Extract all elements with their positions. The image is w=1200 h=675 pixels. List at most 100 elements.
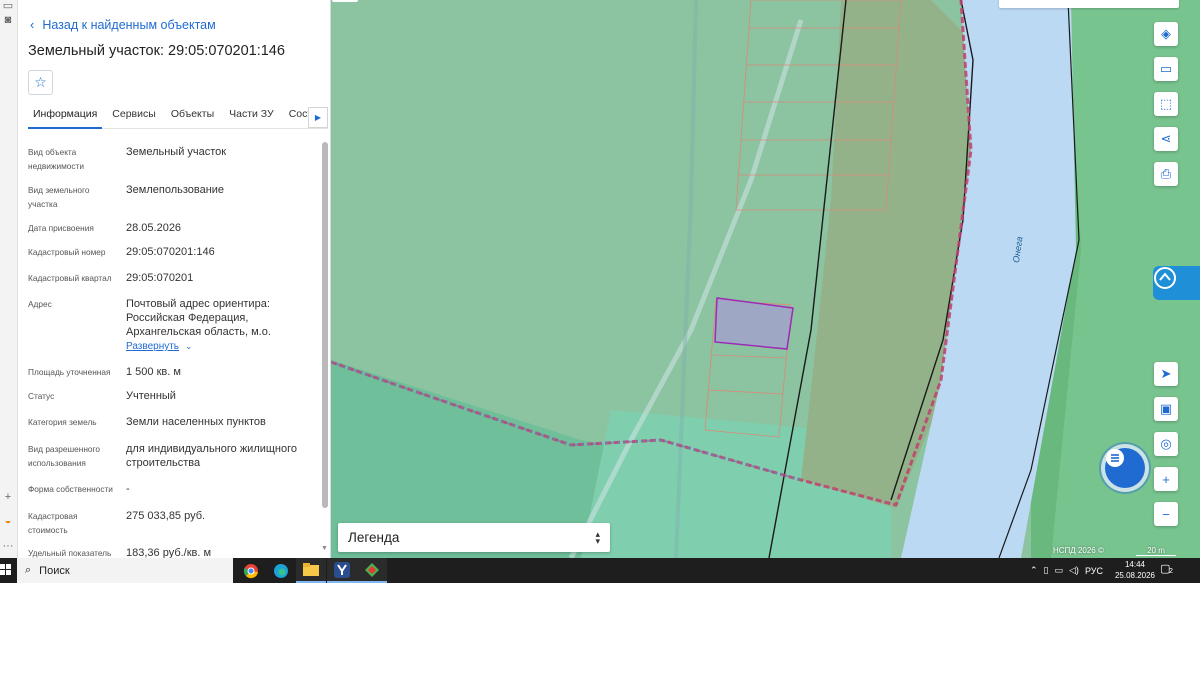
layers-button[interactable]: ◈ bbox=[1154, 22, 1178, 46]
windows-start-icon[interactable] bbox=[0, 564, 12, 576]
triangle-right-icon: ▶ bbox=[314, 113, 322, 122]
taskbar-search-label: Поиск bbox=[39, 564, 70, 577]
notification-count: 2 bbox=[1169, 568, 1173, 575]
edge-icon bbox=[274, 563, 288, 578]
taskbar-yandex-browser[interactable] bbox=[327, 558, 357, 583]
attribute-label: Кадастровый номер bbox=[28, 247, 106, 257]
assistant-icon bbox=[1154, 267, 1176, 289]
legend-label: Легенда bbox=[348, 530, 400, 545]
side-panel-toggle[interactable] bbox=[1153, 266, 1200, 300]
attribute-label: Вид земельного участка bbox=[28, 185, 90, 209]
tab-services[interactable]: Сервисы bbox=[107, 104, 161, 129]
chat-icon bbox=[1106, 449, 1124, 467]
ruler-icon: ▭ bbox=[1159, 61, 1173, 76]
attribute-value: для индивидуального жилищного строительс… bbox=[126, 443, 298, 469]
scroll-down-icon[interactable]: ▼ bbox=[321, 545, 328, 552]
folder-icon[interactable]: ▭ bbox=[2, 0, 14, 12]
clock-date: 25.08.2026 bbox=[1114, 571, 1156, 580]
chrome-icon bbox=[243, 563, 258, 578]
tabs-scroll-right-button[interactable]: ▶ bbox=[308, 107, 328, 128]
favorite-button[interactable]: ☆ bbox=[28, 70, 53, 95]
attribute-value: 29:05:070201 bbox=[126, 272, 194, 284]
attribute-label: Кадастровая стоимость bbox=[28, 511, 78, 535]
chevron-left-icon: ‹ bbox=[30, 17, 35, 32]
desktop-side-strip: ▭ ◙ + ◒ ··· bbox=[0, 0, 18, 558]
app-diamond-icon bbox=[365, 562, 379, 577]
map-search-box[interactable] bbox=[999, 0, 1179, 8]
attribute-value: Землепользование bbox=[126, 184, 225, 196]
locate-button[interactable]: ➤ bbox=[1154, 362, 1178, 386]
taskbar-app[interactable] bbox=[357, 558, 387, 583]
camera-icon[interactable]: ◙ bbox=[2, 14, 14, 26]
map-canvas[interactable] bbox=[331, 0, 1200, 558]
select-area-button[interactable]: ⬚ bbox=[1154, 92, 1178, 116]
address-value: Почтовый адрес ориентира: Российская Фед… bbox=[126, 298, 271, 338]
attribute-value: 183,36 руб./кв. м bbox=[126, 547, 212, 558]
zoom-in-icon: + bbox=[1162, 471, 1170, 487]
layers-icon: ◈ bbox=[1161, 26, 1171, 41]
attribute-value: Земельный участок bbox=[126, 146, 227, 158]
taskbar-explorer[interactable] bbox=[296, 558, 326, 583]
attribute-value: Земли населенных пунктов bbox=[126, 416, 266, 428]
attribute-label: Кадастровый квартал bbox=[28, 273, 112, 283]
device-icon[interactable]: ▯ bbox=[1044, 565, 1049, 576]
attribute-value: 29:05:070201:146 bbox=[126, 246, 215, 258]
tab-info[interactable]: Информация bbox=[28, 104, 103, 129]
more-icon[interactable]: ··· bbox=[2, 540, 14, 552]
ruler-button[interactable]: ▭ bbox=[1154, 57, 1178, 81]
chevron-up-icon[interactable]: ⌃ bbox=[1030, 565, 1038, 576]
map-scale: 20 m bbox=[1136, 546, 1176, 556]
tab-objects[interactable]: Объекты bbox=[166, 104, 219, 129]
network-icon[interactable]: ▭ bbox=[1055, 565, 1064, 576]
clock-time: 14:44 bbox=[1124, 560, 1146, 569]
object-info-panel: ‹ Назад к найденным объектам Земельный у… bbox=[18, 0, 331, 558]
minimap-icon: ▣ bbox=[1159, 401, 1173, 416]
print-button[interactable]: ⎙ bbox=[1154, 162, 1178, 186]
taskbar-clock[interactable]: 14:44 25.08.2026 bbox=[1112, 559, 1158, 581]
select-area-icon: ⬚ bbox=[1159, 96, 1173, 111]
page-title: Земельный участок: 29:05:070201:146 bbox=[28, 43, 285, 59]
chat-button[interactable] bbox=[1105, 448, 1145, 488]
map-view[interactable]: Онега ◈ ▭ ⬚ ⋖ ⎙ ➤ ▣ ◎ + − Легенда ▴ ▾ НС… bbox=[331, 0, 1200, 558]
search-icon: ⌕ bbox=[25, 564, 32, 576]
map-attribution: НСПД 2026 © bbox=[1053, 546, 1104, 555]
panel-tabs: Информация Сервисы Объекты Части ЗУ Сост… bbox=[28, 104, 328, 129]
geolocation-icon: ◎ bbox=[1160, 436, 1172, 451]
attribute-label: Дата присвоения bbox=[28, 223, 94, 233]
screen: ▭ ◙ + ◒ ··· ‹ Назад к найденным объектам… bbox=[0, 0, 1200, 583]
share-button[interactable]: ⋖ bbox=[1154, 127, 1178, 151]
zoom-out-icon: − bbox=[1162, 506, 1170, 522]
scrollbar-thumb[interactable] bbox=[322, 142, 328, 508]
app-icon[interactable]: ◒ bbox=[2, 515, 14, 527]
geolocation-button[interactable]: ◎ bbox=[1154, 432, 1178, 456]
taskbar-chrome[interactable] bbox=[236, 558, 266, 583]
attribute-value: 275 033,85 руб. bbox=[126, 510, 206, 522]
attribute-value: - bbox=[126, 483, 130, 495]
attribute-label: Вид объекта недвижимости bbox=[28, 147, 84, 171]
back-to-results-link[interactable]: ‹ Назад к найденным объектам bbox=[30, 17, 216, 32]
plus-icon[interactable]: + bbox=[2, 491, 14, 503]
tab-parts[interactable]: Части ЗУ bbox=[224, 104, 279, 129]
taskbar-edge[interactable] bbox=[266, 558, 296, 583]
notification-center-button[interactable]: ▢ 2 bbox=[1160, 562, 1176, 578]
share-icon: ⋖ bbox=[1160, 131, 1172, 146]
attribute-label: Удельный показатель bbox=[28, 548, 112, 558]
attribute-label: Статус bbox=[28, 391, 55, 401]
volume-icon[interactable]: ◁) bbox=[1069, 565, 1079, 576]
attribute-label: Площадь уточненная bbox=[28, 367, 111, 377]
language-indicator[interactable]: РУС bbox=[1085, 566, 1103, 576]
zoom-in-button[interactable]: + bbox=[1154, 467, 1178, 491]
minimap-button[interactable]: ▣ bbox=[1154, 397, 1178, 421]
yandex-browser-icon bbox=[334, 561, 350, 578]
star-icon: ☆ bbox=[34, 74, 47, 90]
panel-scrollbar[interactable]: ▼ bbox=[321, 136, 329, 556]
expand-address-link[interactable]: Развернуть ⌄ bbox=[126, 341, 193, 352]
attribute-value: Учтенный bbox=[126, 390, 176, 402]
legend-dropdown[interactable]: Легенда ▴ ▾ bbox=[338, 523, 610, 552]
taskbar-search[interactable]: ⌕ Поиск bbox=[17, 558, 233, 583]
locate-icon: ➤ bbox=[1160, 366, 1172, 381]
attribute-label: Адрес bbox=[28, 299, 52, 309]
map-top-control[interactable] bbox=[332, 0, 358, 2]
attribute-value: 28.05.2026 bbox=[126, 222, 182, 234]
zoom-out-button[interactable]: − bbox=[1154, 502, 1178, 526]
